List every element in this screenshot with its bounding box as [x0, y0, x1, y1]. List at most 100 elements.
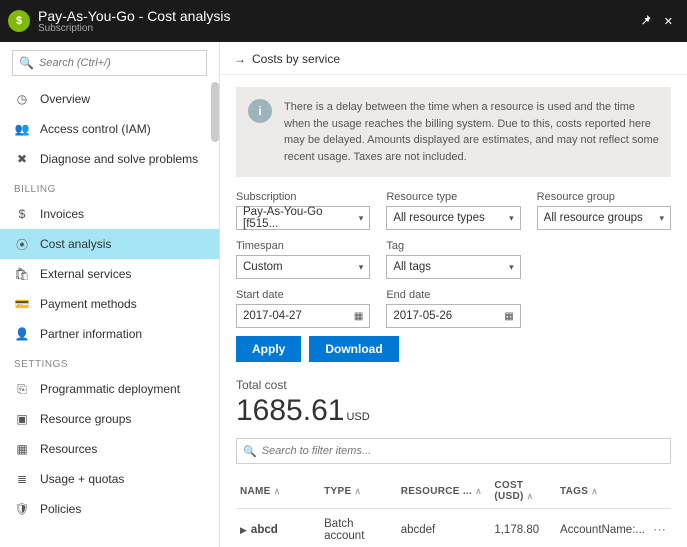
end-date-input[interactable]: 2017-05-26▦	[386, 304, 520, 328]
sort-icon: ∧	[475, 486, 482, 497]
sidebar-item-label: Policies	[40, 502, 81, 516]
blade-header: $ Pay-As-You-Go - Cost analysis Subscrip…	[0, 0, 687, 42]
sidebar-item-payment-methods[interactable]: 💳 Payment methods	[0, 289, 219, 319]
arrow-right-icon: →	[234, 52, 246, 66]
start-date-input[interactable]: 2017-04-27▦	[236, 304, 370, 328]
sidebar-item-label: Overview	[40, 92, 90, 106]
nav-icon: 💳	[14, 296, 30, 312]
field-timespan: Timespan Custom	[236, 240, 370, 279]
sidebar-item-overview[interactable]: ◷ Overview	[0, 84, 219, 114]
sidebar-item-resource-groups[interactable]: ▣ Resource groups	[0, 404, 219, 434]
nav-icon: ⦿	[14, 236, 30, 252]
sort-icon: ∧	[274, 486, 281, 497]
apply-button[interactable]: Apply	[236, 336, 301, 362]
sidebar-item-label: Payment methods	[40, 297, 137, 311]
sort-icon: ∧	[591, 486, 598, 497]
info-banner: i There is a delay between the time when…	[236, 87, 671, 177]
sort-icon: ∧	[354, 486, 361, 497]
filter-items-input[interactable]	[262, 445, 664, 457]
pin-icon[interactable]	[634, 14, 658, 29]
info-text: There is a delay between the time when a…	[284, 99, 659, 165]
sidebar-item-external-services[interactable]: 🛍External services	[0, 259, 219, 289]
resource-type-select[interactable]: All resource types	[386, 206, 520, 230]
blade-title: Costs by service	[252, 52, 340, 66]
download-button[interactable]: Download	[309, 336, 398, 362]
timespan-select[interactable]: Custom	[236, 255, 370, 279]
field-tag: Tag All tags	[386, 240, 520, 279]
sidebar-item-policies[interactable]: 🛡 Policies	[0, 494, 219, 524]
field-resource-group: Resource group All resource groups	[537, 191, 671, 230]
sidebar-search[interactable]: 🔍	[12, 50, 207, 76]
cost-table: NAME∧ TYPE∧ RESOURCE ...∧ COST (USD)∧ TA…	[236, 474, 671, 547]
tag-select[interactable]: All tags	[386, 255, 520, 279]
table-row[interactable]: ▶ abcd Batch accountabcdef1,178.80AccountN…	[236, 509, 671, 547]
sort-icon: ∧	[527, 491, 534, 502]
nav-icon: ▦	[14, 441, 30, 457]
sidebar-item-label: Programmatic deployment	[40, 382, 180, 396]
close-icon[interactable]: ✕	[658, 15, 679, 28]
col-tags[interactable]: TAGS∧	[556, 474, 649, 509]
row-resource: abcdef	[397, 509, 491, 547]
page-subtitle: Subscription	[38, 23, 634, 34]
scrollbar-thumb[interactable]	[211, 82, 219, 142]
expand-icon[interactable]: ▶	[240, 525, 247, 535]
row-type: Batch account	[320, 509, 397, 547]
field-subscription: Subscription Pay-As-You-Go [f515...	[236, 191, 370, 230]
calendar-icon: ▦	[354, 311, 363, 322]
subscription-select[interactable]: Pay-As-You-Go [f515...	[236, 206, 370, 230]
subscription-icon: $	[8, 10, 30, 32]
section-billing: BILLING	[0, 174, 219, 199]
sidebar-item-label: Usage + quotas	[40, 472, 124, 486]
col-type[interactable]: TYPE∧	[320, 474, 397, 509]
field-end-date: End date 2017-05-26▦	[386, 289, 520, 328]
row-name: abcd	[251, 524, 278, 536]
nav-icon: 👤	[14, 326, 30, 342]
row-tags: AccountName:...	[556, 509, 649, 547]
sidebar-item-partner-information[interactable]: 👤 Partner information	[0, 319, 219, 349]
total-cost-label: Total cost	[236, 378, 671, 392]
info-icon: i	[248, 99, 272, 123]
blade-toolbar: → Costs by service	[220, 42, 687, 75]
col-cost[interactable]: COST (USD)∧	[490, 474, 556, 509]
nav-icon: ≣	[14, 471, 30, 487]
sidebar-item-label: External services	[40, 267, 131, 281]
sidebar-item-invoices[interactable]: $ Invoices	[0, 199, 219, 229]
nav-icon: $	[14, 206, 30, 222]
calendar-icon: ▦	[504, 311, 513, 322]
page-title: Pay-As-You-Go - Cost analysis	[38, 8, 634, 24]
sidebar-item-label: Resource groups	[40, 412, 131, 426]
nav-icon: 👥	[14, 121, 30, 137]
sidebar-item-programmatic-deployment[interactable]: ⎘ Programmatic deployment	[0, 374, 219, 404]
main-content: → Costs by service i There is a delay be…	[220, 42, 687, 547]
field-resource-type: Resource type All resource types	[386, 191, 520, 230]
sidebar-item-label: Access control (IAM)	[40, 122, 151, 136]
sidebar-item-usage-quotas[interactable]: ≣ Usage + quotas	[0, 464, 219, 494]
search-icon: 🔍	[19, 56, 34, 70]
item-filter[interactable]: 🔍	[236, 438, 671, 464]
search-icon: 🔍	[243, 445, 257, 458]
sidebar-item-resources[interactable]: ▦ Resources	[0, 434, 219, 464]
sidebar: 🔍 ◷ Overview 👥 Access control (IAM) ✖ Diagnos…	[0, 42, 220, 547]
nav-icon: ⎘	[14, 381, 30, 397]
total-cost-value: 1685.61USD	[236, 394, 671, 428]
sidebar-item-label: Cost analysis	[40, 237, 111, 251]
row-cost: 1,178.80	[490, 509, 556, 547]
col-resource[interactable]: RESOURCE ...∧	[397, 474, 491, 509]
sidebar-item-label: Resources	[40, 442, 97, 456]
row-menu-icon[interactable]: ⋯	[653, 522, 667, 537]
sidebar-item-diagnose-and-solve-problems[interactable]: ✖ Diagnose and solve problems	[0, 144, 219, 174]
nav-icon: ✖	[14, 151, 30, 167]
sidebar-item-label: Partner information	[40, 327, 142, 341]
sidebar-item-access-control-iam-[interactable]: 👥 Access control (IAM)	[0, 114, 219, 144]
nav-icon: ▣	[14, 411, 30, 427]
col-name[interactable]: NAME∧	[236, 474, 320, 509]
field-start-date: Start date 2017-04-27▦	[236, 289, 370, 328]
sidebar-item-label: Invoices	[40, 207, 84, 221]
resource-group-select[interactable]: All resource groups	[537, 206, 671, 230]
nav-icon: ◷	[14, 91, 30, 107]
search-input[interactable]	[39, 57, 200, 69]
nav-icon: 🛡	[14, 501, 30, 517]
section-settings: SETTINGS	[0, 349, 219, 374]
sidebar-item-label: Diagnose and solve problems	[40, 152, 198, 166]
sidebar-item-cost-analysis[interactable]: ⦿ Cost analysis	[0, 229, 219, 259]
